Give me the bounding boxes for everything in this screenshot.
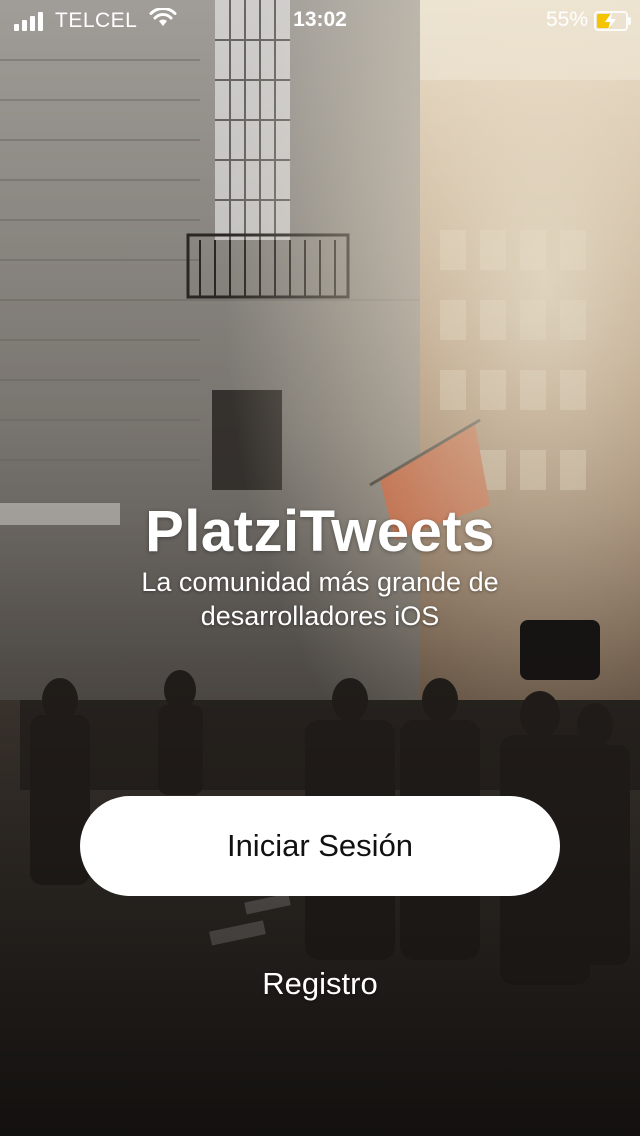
status-time: 13:02	[293, 8, 347, 31]
register-link[interactable]: Registro	[0, 966, 640, 1002]
app-subtitle: La comunidad más grande de desarrollador…	[141, 567, 499, 631]
app-title: PlatziTweets	[145, 499, 495, 564]
battery-percent: 55%	[545, 8, 588, 31]
login-button[interactable]: Iniciar Sesión	[80, 796, 560, 896]
status-right: 55%	[545, 8, 631, 32]
battery-charging-icon	[594, 11, 631, 31]
status-bar: TELCEL 13:02 55%	[0, 0, 640, 40]
